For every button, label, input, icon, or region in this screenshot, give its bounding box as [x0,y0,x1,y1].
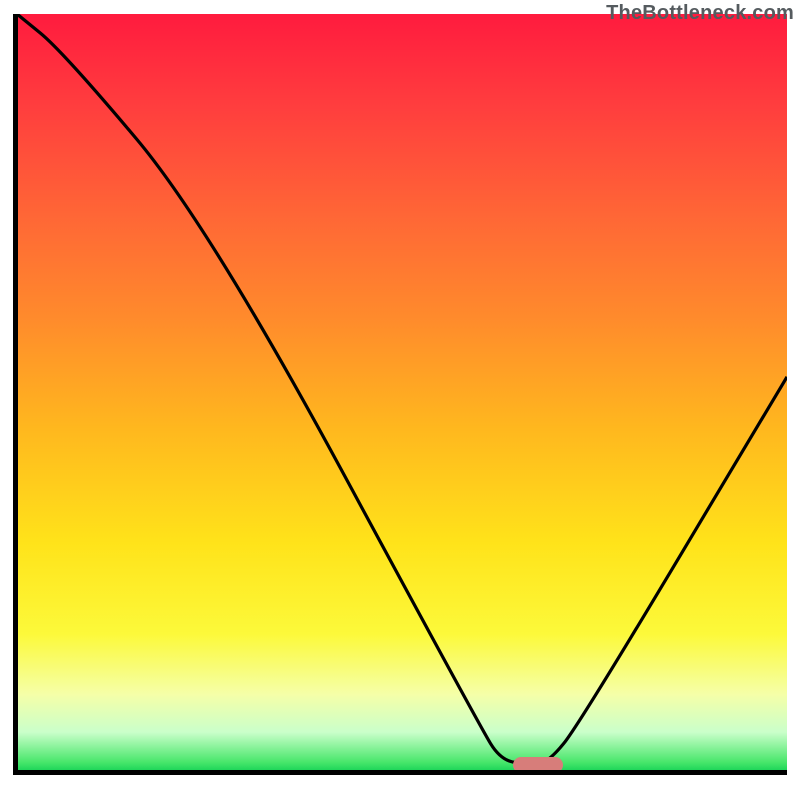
bottleneck-chart: TheBottleneck.com [0,0,800,800]
watermark-text: TheBottleneck.com [606,2,794,25]
curve-path [17,14,787,762]
x-axis-line [13,770,787,775]
y-axis-line [13,14,18,774]
bottleneck-curve [17,14,787,770]
